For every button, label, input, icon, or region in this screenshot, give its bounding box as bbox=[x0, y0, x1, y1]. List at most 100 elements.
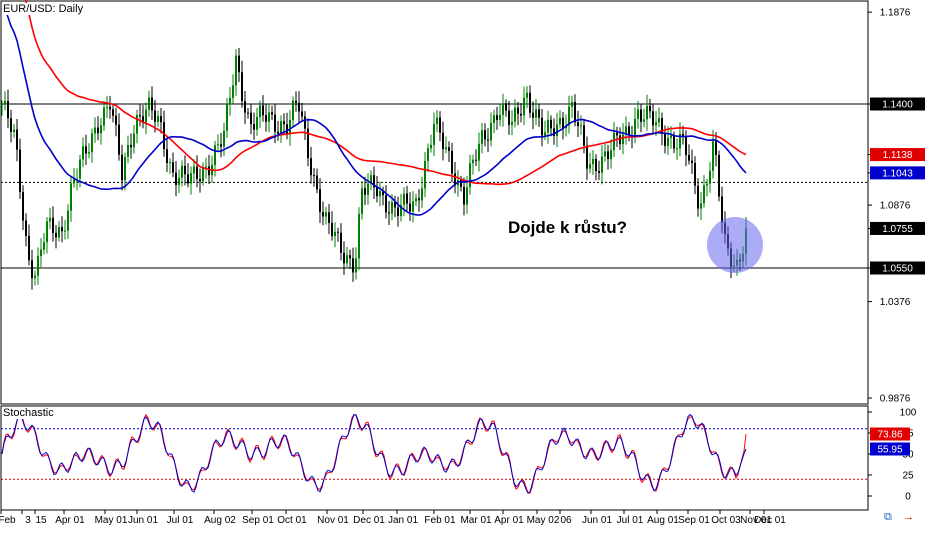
candle-body bbox=[133, 133, 135, 148]
candle-body bbox=[121, 154, 123, 181]
candle-body bbox=[685, 136, 687, 156]
candle-body bbox=[202, 167, 204, 182]
candle-body bbox=[505, 103, 507, 111]
candle-body bbox=[127, 144, 129, 157]
candle-body bbox=[265, 115, 267, 122]
x-tick-label-12: Jan 01 bbox=[388, 515, 418, 526]
candle-body bbox=[130, 144, 132, 148]
candle-body bbox=[337, 231, 339, 233]
candle-body bbox=[349, 255, 351, 259]
candle-body bbox=[49, 217, 51, 222]
candle-body bbox=[355, 258, 357, 273]
candle-body bbox=[415, 198, 417, 202]
candle-body bbox=[442, 132, 444, 150]
candle-body bbox=[316, 175, 318, 190]
candle-body bbox=[238, 55, 240, 73]
candle-body bbox=[520, 113, 522, 116]
candle-body bbox=[298, 102, 300, 112]
arrow-icon[interactable]: → bbox=[903, 511, 914, 523]
candle-body bbox=[115, 115, 117, 125]
candle-body bbox=[622, 134, 624, 145]
x-tick-label-21: Sep 01 bbox=[678, 515, 710, 526]
candle-body bbox=[145, 109, 147, 123]
candle-body bbox=[694, 162, 696, 186]
candle-body bbox=[418, 198, 420, 201]
sto-value-label-0: 73.86 bbox=[877, 430, 902, 441]
candle-body bbox=[499, 114, 501, 120]
candle-body bbox=[490, 122, 492, 141]
candle-body bbox=[148, 97, 150, 110]
x-tick-label-18: Jun 01 bbox=[582, 515, 612, 526]
candle-body bbox=[484, 130, 486, 140]
candle-body bbox=[451, 150, 453, 174]
candle-body bbox=[379, 191, 381, 197]
candle-body bbox=[241, 72, 243, 102]
candle-body bbox=[166, 149, 168, 164]
candle-body bbox=[61, 227, 63, 232]
candle-body bbox=[427, 148, 429, 161]
candle-body bbox=[154, 110, 156, 122]
sto-tick-label-4: 0 bbox=[905, 492, 911, 503]
candle-body bbox=[136, 115, 138, 134]
candle-body bbox=[220, 144, 222, 147]
candle-body bbox=[586, 145, 588, 169]
candle-body bbox=[562, 117, 564, 129]
candle-body bbox=[283, 121, 285, 125]
candle-body bbox=[187, 174, 189, 184]
candle-body bbox=[109, 106, 111, 110]
candle-body bbox=[577, 122, 579, 126]
candle-body bbox=[592, 158, 594, 165]
candle-body bbox=[217, 144, 219, 146]
candle-body bbox=[112, 109, 114, 116]
candle-body bbox=[658, 118, 660, 123]
candle-body bbox=[601, 156, 603, 173]
candle-body bbox=[118, 124, 120, 155]
candle-body bbox=[58, 227, 60, 238]
sto-value-label-1: 55.95 bbox=[877, 445, 902, 456]
candle-body bbox=[619, 135, 621, 145]
candle-body bbox=[580, 125, 582, 127]
candle-body bbox=[538, 109, 540, 118]
candle-body bbox=[175, 172, 177, 185]
candle-body bbox=[424, 160, 426, 189]
candle-body bbox=[376, 187, 378, 197]
candle-body bbox=[352, 258, 354, 273]
candle-body bbox=[193, 166, 195, 174]
candle-body bbox=[673, 135, 675, 149]
annotation-text: Dojde k růstu? bbox=[508, 218, 628, 237]
candle-body bbox=[436, 117, 438, 124]
candle-body bbox=[340, 232, 342, 253]
candle-body bbox=[322, 212, 324, 217]
candle-body bbox=[178, 177, 180, 185]
link-icon[interactable]: ⧉ bbox=[884, 511, 892, 524]
candle-body bbox=[502, 103, 504, 115]
candle-body bbox=[508, 110, 510, 125]
x-tick-label-19: Jul 01 bbox=[617, 515, 644, 526]
x-tick-label-3: Apr 01 bbox=[55, 515, 85, 526]
candle-body bbox=[706, 183, 708, 186]
x-tick-label-2: 15 bbox=[35, 515, 47, 526]
candle-body bbox=[616, 132, 618, 136]
candle-body bbox=[52, 217, 54, 233]
x-tick-label-13: Feb 01 bbox=[424, 515, 456, 526]
candle-body bbox=[4, 100, 6, 105]
candle-body bbox=[328, 212, 330, 223]
chart-svg: 1.1876 1.1400 1.1138 1.1043 1.0876 1.0755 1.05… bbox=[0, 0, 925, 526]
price-label-1: 1.1138 bbox=[883, 150, 913, 161]
x-tick-label-22: Oct 03 bbox=[711, 515, 741, 526]
x-tick-label-4: May 01 bbox=[95, 515, 128, 526]
candle-body bbox=[94, 127, 96, 134]
candle-body bbox=[346, 255, 348, 264]
candle-body bbox=[40, 249, 42, 257]
candle-body bbox=[67, 210, 69, 231]
candle-body bbox=[430, 144, 432, 149]
candle-body bbox=[409, 203, 411, 212]
candle-body bbox=[421, 188, 423, 201]
candle-body bbox=[13, 129, 15, 133]
x-tick-label-16: May 02 bbox=[527, 515, 560, 526]
candle-body bbox=[331, 222, 333, 237]
candle-body bbox=[550, 119, 552, 129]
y-tick-label-8: 0.9876 bbox=[880, 394, 911, 405]
candle-body bbox=[37, 256, 39, 276]
candle-body bbox=[10, 118, 12, 133]
